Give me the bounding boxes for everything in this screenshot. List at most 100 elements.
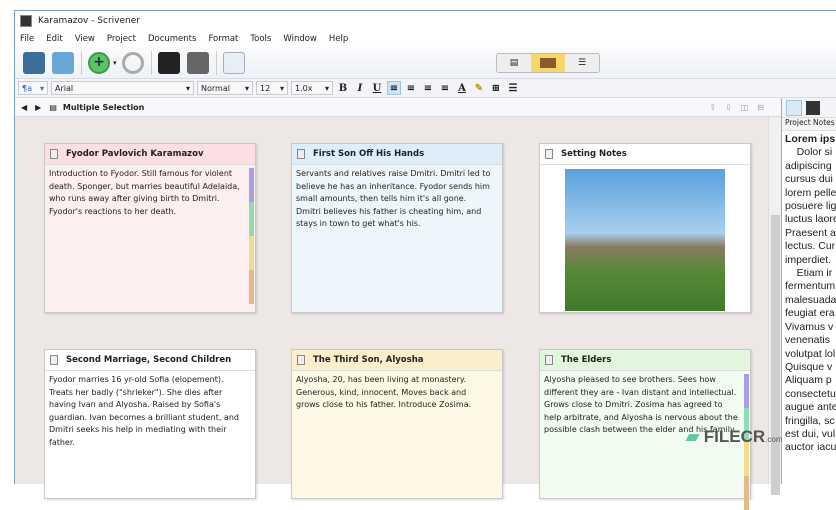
card-synopsis[interactable]: Introduction to Fyodor. Still famous for… [45, 165, 255, 218]
card-title[interactable]: Setting Notes [561, 149, 627, 159]
font-size-select[interactable]: 12 ▾ [256, 81, 288, 95]
view-mode-switcher: ▤ ☰ [496, 53, 600, 73]
delete-icon[interactable] [121, 51, 144, 74]
notes-line: Aliquam p [785, 374, 832, 387]
notes-line: Quisque v [785, 360, 833, 373]
card-title[interactable]: Fyodor Pavlovich Karamazov [66, 149, 204, 159]
card-title[interactable]: The Elders [561, 355, 611, 365]
menu-help[interactable]: Help [329, 34, 348, 44]
card-synopsis[interactable]: Alyosha, 20, has been living at monaster… [292, 371, 502, 412]
corkboard-view-button[interactable] [531, 54, 565, 72]
document-icon [545, 149, 553, 159]
header-nav-icons[interactable]: ⇧⇩◫⊟ [709, 103, 773, 112]
add-icon[interactable]: + [88, 51, 110, 74]
menu-bar: File Edit View Project Documents Format Tools W… [15, 31, 836, 47]
snapshots-tab-icon[interactable] [806, 100, 820, 115]
notes-line: Praesent a [785, 226, 836, 239]
font-select[interactable]: Arial ▾ [51, 81, 194, 95]
watermark-logo: ▰ FILECR.com [686, 427, 783, 446]
scrivenings-view-button[interactable]: ▤ [497, 54, 531, 72]
project-notes-text[interactable]: Lorem ips Dolor si adipiscing cursus dui lo… [782, 131, 836, 455]
align-center-button[interactable]: ≡ [404, 81, 418, 95]
scrollbar-thumb[interactable] [771, 215, 780, 495]
document-icon [50, 149, 58, 159]
notes-line: luctus laore [785, 213, 836, 226]
paragraph-style-select[interactable]: ¶a ▾ [18, 81, 48, 95]
menu-view[interactable]: View [75, 34, 95, 44]
highlight-icon[interactable]: ✎ [472, 81, 486, 95]
document-icon [297, 355, 305, 365]
document-icon [545, 355, 553, 365]
bold-button[interactable]: B [336, 81, 350, 95]
binder-icon[interactable] [23, 51, 45, 74]
underline-button[interactable]: U [370, 81, 384, 95]
card-title[interactable]: First Son Off His Hands [313, 149, 424, 159]
add-dropdown-icon[interactable]: ▾ [113, 59, 117, 67]
inspector-pane: Project Notes Lorem ips Dolor si adipisci… [781, 98, 836, 484]
index-card[interactable]: First Son Off His Hands Servants and rela… [291, 143, 503, 313]
notes-line: fringilla, sc [785, 414, 835, 427]
app-window: Karamazov - Scrivener File Edit View Projec… [14, 10, 836, 510]
key-icon[interactable] [157, 51, 180, 74]
notes-line: lectus. Cur [785, 240, 836, 253]
app-icon [20, 15, 32, 27]
menu-window[interactable]: Window [283, 34, 317, 44]
notes-line: lorem pelle [785, 186, 836, 199]
card-synopsis[interactable]: Fyodor marries 16 yr-old Sofia (elopemen… [45, 371, 255, 449]
card-synopsis[interactable]: Servants and relatives raise Dmitri. Dmi… [292, 165, 502, 231]
notes-line: auctor iacu [785, 441, 836, 454]
setting-photo [565, 169, 725, 311]
menu-file[interactable]: File [20, 34, 34, 44]
index-card[interactable]: Setting Notes [539, 143, 751, 313]
italic-button[interactable]: I [353, 81, 367, 95]
line-spacing-select[interactable]: 1.0x ▾ [291, 81, 333, 95]
notes-line: cursus dui [785, 173, 833, 186]
notes-line: volutpat lol [785, 347, 836, 360]
folder-icon[interactable] [52, 51, 74, 74]
list-icon[interactable]: ☰ [506, 81, 520, 95]
notes-line: Etiam ir [785, 267, 833, 280]
table-icon[interactable]: ⊞ [489, 81, 503, 95]
forward-icon[interactable]: ▶ [35, 103, 41, 112]
index-card[interactable]: The Elders Alyosha pleased to see brother… [539, 349, 751, 510]
card-title[interactable]: The Third Son, Alyosha [313, 355, 424, 365]
header-title: Multiple Selection [62, 102, 145, 112]
notes-line: consectetu [785, 387, 836, 400]
menu-documents[interactable]: Documents [148, 34, 196, 44]
notes-line: fermentum [785, 280, 836, 293]
title-bar: Karamazov - Scrivener [15, 11, 836, 31]
back-icon[interactable]: ◀ [21, 103, 27, 112]
main-toolbar: + ▾ [15, 47, 836, 79]
document-icon: ▤ [49, 102, 57, 112]
label-color-bar [249, 168, 254, 304]
typeface-select[interactable]: Normal ▾ [197, 81, 253, 95]
index-card[interactable]: Second Marriage, Second Children Fyodor m… [44, 349, 256, 499]
window-title: Karamazov - Scrivener [38, 16, 140, 26]
notes-line: Vivamus v [785, 320, 834, 333]
menu-edit[interactable]: Edit [46, 34, 62, 44]
document-icon [297, 149, 305, 159]
editor-header: ◀ ▶ ▤ Multiple Selection ⇧⇩◫⊟ [15, 98, 781, 117]
notes-line: est dui, vul [785, 427, 836, 440]
align-right-button[interactable]: ≡ [438, 81, 452, 95]
notes-line: Lorem ips [785, 133, 836, 145]
align-justify-button[interactable]: ≡ [421, 81, 435, 95]
card-title[interactable]: Second Marriage, Second Children [66, 355, 231, 365]
corkboard: Fyodor Pavlovich Karamazov Introduction t… [15, 117, 768, 510]
menu-tools[interactable]: Tools [250, 34, 271, 44]
compile-icon[interactable] [222, 51, 245, 74]
document-icon [50, 355, 58, 365]
text-color-button[interactable]: A [455, 81, 469, 95]
align-left-button[interactable]: ≡ [387, 81, 401, 95]
menu-format[interactable]: Format [208, 34, 238, 44]
project-notes-label[interactable]: Project Notes [782, 117, 836, 131]
index-card[interactable]: The Third Son, Alyosha Alyosha, 20, has b… [291, 349, 503, 499]
index-card[interactable]: Fyodor Pavlovich Karamazov Introduction t… [44, 143, 256, 313]
notes-line: venenatis [785, 334, 830, 347]
fullscreen-icon[interactable] [186, 51, 209, 74]
notes-tab-icon[interactable] [786, 99, 802, 116]
notes-line: posuere lig [785, 200, 836, 213]
outliner-view-button[interactable]: ☰ [565, 54, 599, 72]
menu-project[interactable]: Project [107, 34, 136, 44]
format-bar: ¶a ▾ Arial ▾ Normal ▾ 12 ▾ 1.0x ▾ B I U ≡ ≡ … [15, 79, 836, 98]
